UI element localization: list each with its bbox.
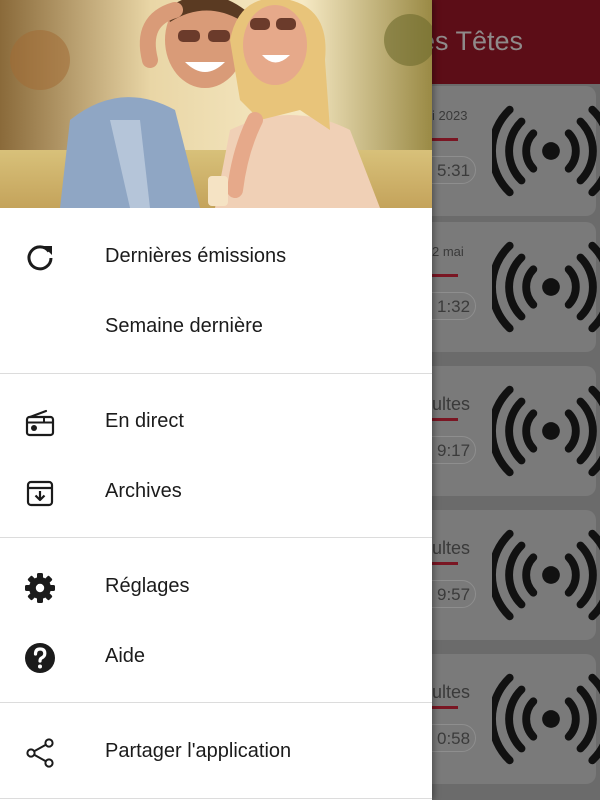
episode-title: ultes: [432, 394, 471, 414]
accent-line: [432, 562, 458, 565]
couple-listening-music-photo: [0, 0, 432, 208]
refresh-icon: [27, 245, 53, 271]
menu-item-share-app[interactable]: Partager l'application: [0, 716, 432, 786]
divider: [0, 373, 432, 374]
menu-item-settings[interactable]: Réglages: [0, 551, 432, 621]
episode-date: i 2023: [432, 108, 468, 123]
episode-card: ultes 0:58: [410, 654, 600, 784]
menu-item-label: Dernières émissions: [105, 245, 287, 267]
episode-title: ultes: [432, 538, 471, 558]
archive-icon: [26, 480, 54, 507]
divider: [0, 702, 432, 703]
accent-line: [432, 138, 458, 141]
menu-item-label: Partager l'application: [105, 740, 292, 762]
menu-item-label: Réglages: [105, 575, 190, 597]
accent-line: [432, 418, 458, 421]
accent-line: [432, 274, 458, 277]
menu-item-latest-shows[interactable]: Dernières émissions: [0, 221, 432, 291]
episode-card: 2 mai 1:32: [410, 222, 600, 352]
accent-line: [432, 706, 458, 709]
broadcast-icon: [492, 241, 600, 333]
broadcast-icon: [492, 105, 600, 197]
share-icon: [26, 738, 54, 768]
drawer-header-image: [0, 0, 432, 208]
broadcast-icon: [492, 385, 600, 477]
menu-item-label: En direct: [105, 410, 184, 432]
divider: [0, 798, 432, 799]
menu-item-live[interactable]: En direct: [0, 386, 432, 456]
divider: [0, 537, 432, 538]
radio-icon: [25, 409, 55, 437]
episode-card: ultes 9:57: [410, 510, 600, 640]
broadcast-icon: [492, 529, 600, 621]
episode-card: i 2023 5:31: [410, 86, 600, 216]
menu-item-label: Semaine dernière: [105, 315, 263, 337]
menu-item-help[interactable]: Aide: [0, 621, 432, 691]
gear-icon: [25, 573, 55, 603]
menu-item-label: Aide: [105, 645, 146, 667]
help-icon: [25, 643, 55, 673]
menu-item-archives[interactable]: Archives: [0, 456, 432, 526]
menu-item-label: Archives: [105, 480, 182, 502]
episode-date: 2 mai: [432, 244, 464, 259]
episode-title: ultes: [432, 682, 471, 702]
menu-item-last-week[interactable]: Semaine dernière: [0, 291, 432, 361]
navigation-drawer: Dernières émissions Semaine dernière En …: [0, 0, 432, 800]
broadcast-icon: [492, 673, 600, 765]
app-title: es Têtes: [420, 26, 524, 56]
episode-card: ultes 9:17: [410, 366, 600, 496]
